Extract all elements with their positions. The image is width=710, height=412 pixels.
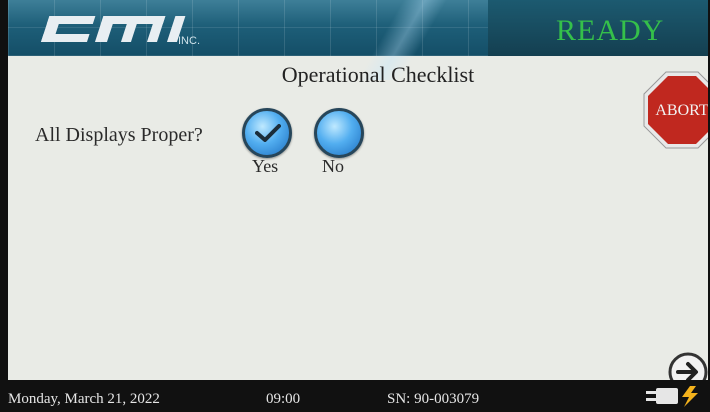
no-radio-button[interactable] [314,108,364,158]
yes-label: Yes [252,156,279,176]
date-text: Monday, March 21, 2022 [8,391,160,407]
footer-bar: Monday, March 21, 2022 09:00 SN: 90-0030… [0,380,710,412]
screen: INC. READY Operational Checklist All Dis… [8,0,708,380]
plug-icon [646,386,698,407]
no-label: No [322,156,344,176]
serial-number-text: SN: 90-003079 [387,391,480,407]
page-title: Operational Checklist [281,62,475,87]
abort-button[interactable]: ABORT [642,70,708,150]
logo-suffix: INC. [178,35,200,47]
yes-radio-button[interactable] [242,108,292,158]
cmi-logo: INC. [40,16,200,47]
checkmark-icon [255,124,281,142]
time-text: 09:00 [266,391,301,407]
abort-label: ABORT [655,102,708,119]
header-bar: INC. READY [8,0,708,80]
question-label: All Displays Proper? [35,124,203,146]
status-indicator: READY [556,14,665,47]
